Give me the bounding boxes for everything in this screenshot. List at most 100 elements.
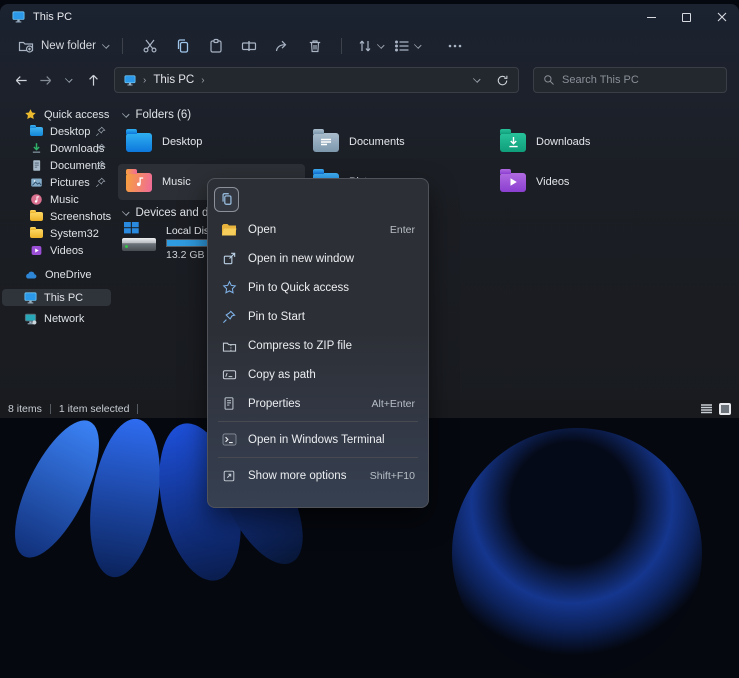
open-folder-icon <box>221 223 237 237</box>
menu-item-compress-zip[interactable]: Compress to ZIP file <box>212 331 424 360</box>
sort-button[interactable] <box>357 38 384 54</box>
devices-section-header[interactable]: Devices and dri <box>123 206 215 220</box>
thumbnail-view-button[interactable] <box>719 403 731 415</box>
address-input[interactable]: › This PC › <box>114 67 519 93</box>
forward-button[interactable] <box>34 68 56 92</box>
navigation-pane: Quick access Desktop Downloads Documents… <box>0 98 113 400</box>
terminal-icon <box>221 433 237 446</box>
sidebar-item-screenshots[interactable]: Screenshots <box>2 208 111 225</box>
document-icon <box>30 159 43 172</box>
status-divider <box>137 404 138 414</box>
menu-divider <box>218 421 418 422</box>
folder-icon <box>500 133 526 152</box>
chevron-down-icon <box>378 41 385 48</box>
details-view-button[interactable] <box>700 403 713 415</box>
collapse-icon <box>122 110 129 117</box>
copy-quick-action[interactable] <box>214 187 239 212</box>
folders-section-header[interactable]: Folders (6) <box>123 108 739 122</box>
tile-documents[interactable]: Documents <box>305 124 492 160</box>
tile-downloads[interactable]: Downloads <box>492 124 679 160</box>
menu-item-copy-as-path[interactable]: Copy as path <box>212 360 424 389</box>
address-bar: › This PC › Search This PC <box>0 62 739 98</box>
sidebar-item-downloads[interactable]: Downloads <box>2 140 111 157</box>
sidebar-item-pictures[interactable]: Pictures <box>2 174 111 191</box>
download-icon <box>30 142 43 155</box>
collapse-icon <box>122 208 129 215</box>
breadcrumb-separator: › <box>143 75 146 86</box>
recent-locations-button[interactable] <box>58 68 80 92</box>
cloud-icon <box>24 269 38 280</box>
rename-button[interactable] <box>235 34 262 58</box>
windows-logo-icon <box>124 222 139 234</box>
folder-icon <box>313 133 339 152</box>
menu-item-open-windows-terminal[interactable]: Open in Windows Terminal <box>212 425 424 454</box>
command-toolbar: New folder <box>0 30 739 62</box>
menu-divider <box>218 457 418 458</box>
search-placeholder: Search This PC <box>562 74 639 86</box>
chevron-down-icon <box>414 41 421 48</box>
titlebar[interactable]: This PC <box>0 4 739 30</box>
open-new-window-icon <box>221 251 237 266</box>
maximize-button[interactable] <box>669 4 704 30</box>
pin-icon <box>95 126 106 137</box>
close-button[interactable] <box>704 4 739 30</box>
picture-icon <box>30 176 43 189</box>
status-divider <box>50 404 51 414</box>
copy-button[interactable] <box>169 34 196 58</box>
cut-button[interactable] <box>136 34 163 58</box>
this-pc-icon <box>12 11 25 23</box>
sidebar-item-system32[interactable]: System32 <box>2 225 111 242</box>
view-button[interactable] <box>394 38 421 54</box>
sidebar-item-quick-access[interactable]: Quick access <box>2 106 111 123</box>
sidebar-item-videos[interactable]: Videos <box>2 242 111 259</box>
star-icon <box>24 108 37 121</box>
menu-item-open-new-window[interactable]: Open in new window <box>212 244 424 273</box>
delete-button[interactable] <box>301 34 328 58</box>
folder-icon <box>126 133 152 152</box>
paste-button[interactable] <box>202 34 229 58</box>
drive-usage-bar <box>166 239 213 247</box>
address-dropdown-icon[interactable] <box>473 75 480 82</box>
pin-icon <box>95 143 106 154</box>
new-folder-icon <box>18 38 34 54</box>
breadcrumb-this-pc[interactable]: This PC <box>153 74 194 86</box>
sidebar-item-documents[interactable]: Documents <box>2 157 111 174</box>
breadcrumb-separator: › <box>201 75 204 86</box>
expand-icon <box>221 469 237 483</box>
pin-outline-icon <box>221 310 237 324</box>
refresh-button[interactable] <box>496 74 509 87</box>
sidebar-item-network[interactable]: Network <box>2 310 111 327</box>
new-folder-button[interactable]: New folder <box>14 38 112 54</box>
pin-icon <box>95 160 106 171</box>
monitor-icon <box>24 292 37 304</box>
folder-icon <box>30 127 43 136</box>
sidebar-item-music[interactable]: Music <box>2 191 111 208</box>
selection-count: 1 item selected <box>59 403 130 415</box>
this-pc-icon <box>124 75 136 86</box>
menu-item-show-more-options[interactable]: Show more options Shift+F10 <box>212 461 424 490</box>
sidebar-item-desktop[interactable]: Desktop <box>2 123 111 140</box>
music-icon <box>30 193 43 206</box>
sort-icon <box>357 38 373 54</box>
folder-icon <box>126 173 152 192</box>
folder-icon <box>500 173 526 192</box>
quick-actions-row <box>212 183 424 215</box>
more-options-button[interactable] <box>441 34 468 58</box>
menu-item-pin-quick-access[interactable]: Pin to Quick access <box>212 273 424 302</box>
back-button[interactable] <box>10 68 32 92</box>
folder-icon <box>30 212 43 221</box>
sidebar-item-this-pc[interactable]: This PC <box>2 289 111 306</box>
share-button[interactable] <box>268 34 295 58</box>
folder-icon <box>30 229 43 238</box>
up-button[interactable] <box>82 68 104 92</box>
pin-icon <box>95 177 106 188</box>
tile-videos[interactable]: Videos <box>492 164 679 200</box>
tile-desktop[interactable]: Desktop <box>118 124 305 160</box>
menu-item-open[interactable]: Open Enter <box>212 215 424 244</box>
star-outline-icon <box>221 280 237 295</box>
menu-item-properties[interactable]: Properties Alt+Enter <box>212 389 424 418</box>
search-input[interactable]: Search This PC <box>533 67 727 93</box>
sidebar-item-onedrive[interactable]: OneDrive <box>2 266 111 283</box>
menu-item-pin-start[interactable]: Pin to Start <box>212 302 424 331</box>
minimize-button[interactable] <box>634 4 669 30</box>
